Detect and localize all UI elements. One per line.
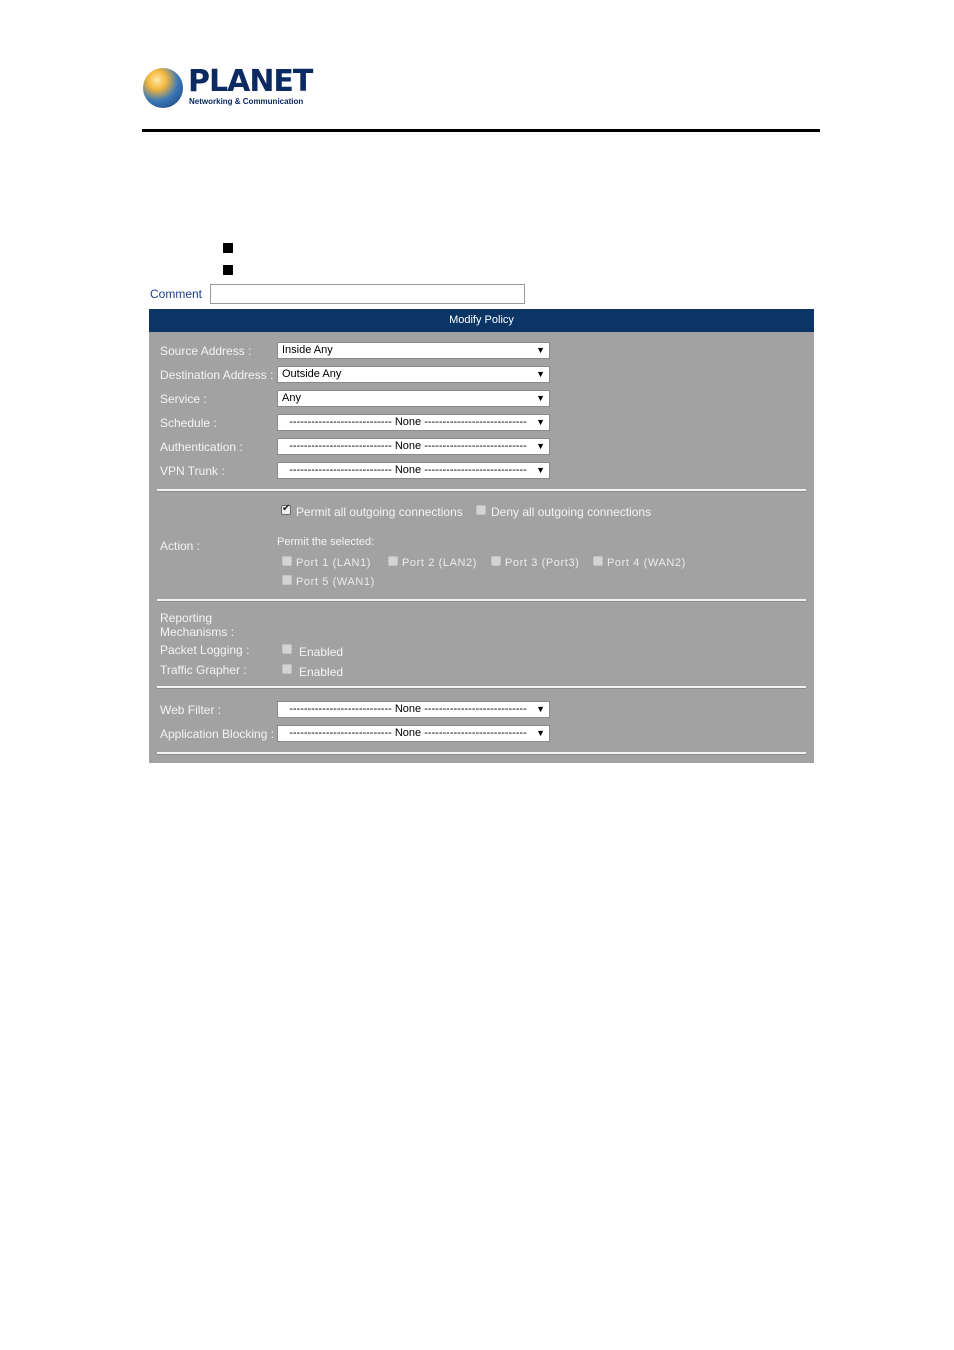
port-1-checkbox[interactable] bbox=[282, 556, 292, 566]
port-5-label: Port 5 (WAN1) bbox=[296, 576, 375, 588]
section-divider bbox=[157, 686, 806, 689]
bullet-square-icon bbox=[223, 243, 233, 253]
port-1-label: Port 1 (LAN1) bbox=[296, 557, 372, 569]
comment-input[interactable] bbox=[210, 284, 525, 304]
section-divider bbox=[157, 752, 806, 755]
header-divider bbox=[142, 129, 820, 132]
application-blocking-label: Application Blocking : bbox=[160, 727, 275, 741]
traffic-grapher-label: Traffic Grapher : bbox=[160, 663, 247, 677]
globe-logo-icon bbox=[143, 68, 183, 108]
reporting-label-line2: Mechanisms : bbox=[160, 625, 235, 639]
action-label: Action : bbox=[160, 539, 201, 553]
dropdown-arrow-icon: ▼ bbox=[536, 704, 545, 714]
schedule-select[interactable]: ---------------------------- None ------… bbox=[277, 414, 550, 431]
packet-logging-label: Packet Logging : bbox=[160, 643, 250, 657]
permit-selected-label: Permit the selected: bbox=[277, 536, 375, 548]
modify-policy-panel: Modify Policy Source Address : Inside An… bbox=[149, 309, 814, 763]
port-4-checkbox[interactable] bbox=[593, 556, 603, 566]
port-3-checkbox[interactable] bbox=[491, 556, 501, 566]
application-blocking-select[interactable]: ---------------------------- None ------… bbox=[277, 725, 550, 742]
destination-address-select[interactable]: Outside Any ▼ bbox=[277, 366, 550, 383]
port-2-label: Port 2 (LAN2) bbox=[402, 557, 478, 569]
port-2-checkbox[interactable] bbox=[388, 556, 398, 566]
logo-brand-text: PLANET bbox=[188, 64, 313, 99]
packet-logging-checkbox[interactable] bbox=[282, 644, 292, 654]
dropdown-arrow-icon: ▼ bbox=[536, 393, 545, 403]
dropdown-arrow-icon: ▼ bbox=[536, 441, 545, 451]
packet-logging-option: Enabled bbox=[299, 645, 344, 659]
port-3-label: Port 3 (Port3) bbox=[505, 557, 580, 569]
panel-title: Modify Policy bbox=[149, 309, 814, 332]
web-filter-label: Web Filter : bbox=[160, 703, 222, 717]
reporting-label-line1: Reporting bbox=[160, 611, 213, 625]
source-address-select[interactable]: Inside Any ▼ bbox=[277, 342, 550, 359]
authentication-label: Authentication : bbox=[160, 440, 243, 454]
destination-address-label: Destination Address : bbox=[160, 368, 274, 382]
schedule-label: Schedule : bbox=[160, 416, 217, 430]
deny-all-checkbox[interactable] bbox=[476, 505, 486, 515]
logo-tagline: Networking & Communication bbox=[189, 97, 304, 106]
deny-all-label: Deny all outgoing connections bbox=[491, 505, 652, 519]
bullet-square-icon bbox=[223, 265, 233, 275]
permit-all-label: Permit all outgoing connections bbox=[296, 505, 463, 519]
dropdown-arrow-icon: ▼ bbox=[536, 728, 545, 738]
vpn-trunk-select[interactable]: ---------------------------- None ------… bbox=[277, 462, 550, 479]
web-filter-select[interactable]: ---------------------------- None ------… bbox=[277, 701, 550, 718]
authentication-select[interactable]: ---------------------------- None ------… bbox=[277, 438, 550, 455]
port-5-checkbox[interactable] bbox=[282, 575, 292, 585]
dropdown-arrow-icon: ▼ bbox=[536, 345, 545, 355]
source-address-label: Source Address : bbox=[160, 344, 252, 358]
vpn-trunk-label: VPN Trunk : bbox=[160, 464, 225, 478]
comment-label: Comment bbox=[150, 287, 203, 301]
permit-all-checkbox[interactable] bbox=[281, 503, 291, 515]
section-divider bbox=[157, 489, 806, 492]
service-label: Service : bbox=[160, 392, 207, 406]
port-4-label: Port 4 (WAN2) bbox=[607, 557, 686, 569]
planet-logo: PLANET Networking & Communication bbox=[143, 66, 313, 110]
traffic-grapher-option: Enabled bbox=[299, 665, 344, 679]
section-divider bbox=[157, 599, 806, 602]
service-select[interactable]: Any ▼ bbox=[277, 390, 550, 407]
dropdown-arrow-icon: ▼ bbox=[536, 369, 545, 379]
traffic-grapher-checkbox[interactable] bbox=[282, 664, 292, 674]
dropdown-arrow-icon: ▼ bbox=[536, 465, 545, 475]
dropdown-arrow-icon: ▼ bbox=[536, 417, 545, 427]
